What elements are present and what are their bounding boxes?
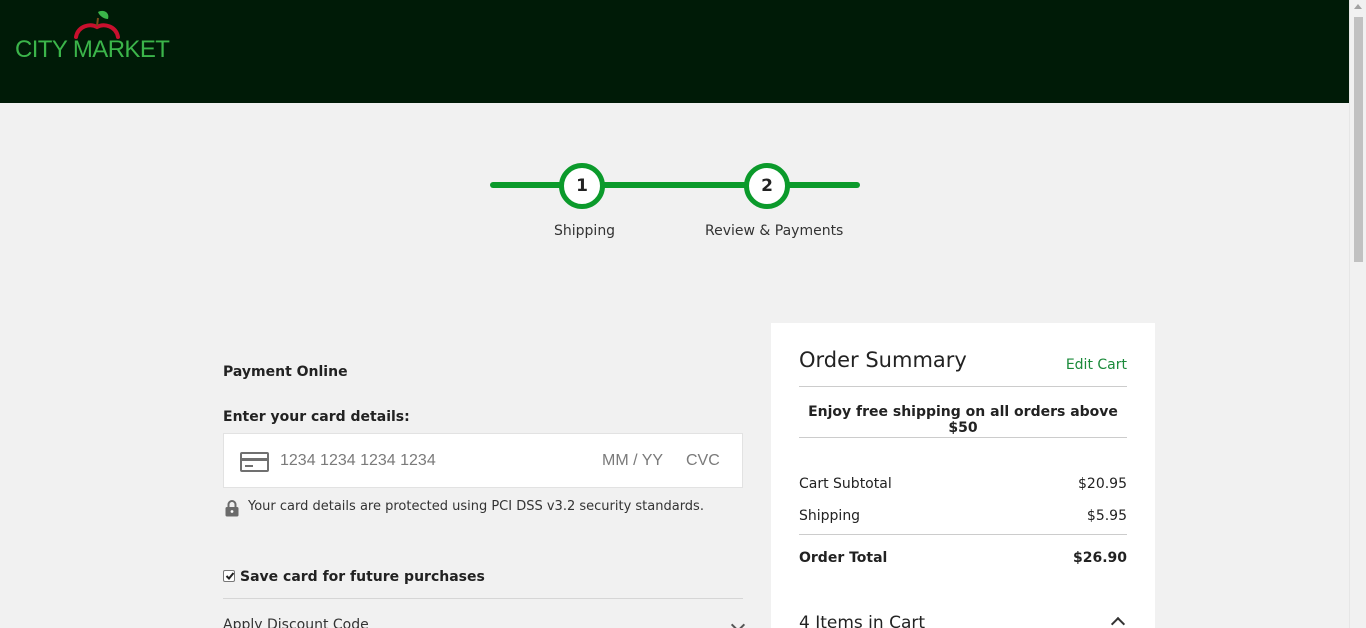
step-1-number: 1 — [576, 176, 588, 196]
order-summary-panel: Order Summary Edit Cart Enjoy free shipp… — [771, 323, 1155, 628]
order-total-label: Order Total — [799, 550, 888, 566]
lock-icon — [225, 500, 239, 517]
chevron-up-icon — [1110, 616, 1126, 628]
step-1-label: Shipping — [554, 223, 616, 239]
scroll-up-arrow-icon[interactable] — [1354, 4, 1362, 9]
step-2-number: 2 — [761, 176, 773, 196]
free-shipping-notice: Enjoy free shipping on all orders above … — [808, 404, 1118, 436]
order-summary-title: Order Summary — [799, 348, 967, 372]
card-details-label: Enter your card details: — [223, 409, 410, 425]
order-total-value: $26.90 — [1072, 550, 1127, 566]
items-in-cart-toggle[interactable]: 4 Items in Cart — [799, 613, 1127, 628]
discount-code-label: Apply Discount Code — [223, 617, 369, 628]
payment-title: Payment Online — [223, 364, 348, 380]
step-1-circle[interactable]: 1 — [559, 163, 605, 209]
card-number-input[interactable]: 1234 1234 1234 1234 — [280, 452, 436, 470]
items-in-cart-label: 4 Items in Cart — [799, 613, 926, 628]
checkmark-icon — [225, 572, 235, 580]
card-cvc-input[interactable]: CVC — [686, 452, 720, 470]
card-input-field[interactable]: 1234 1234 1234 1234 MM / YY CVC — [223, 433, 743, 488]
cart-subtotal-row: Cart Subtotal $20.95 — [799, 476, 1127, 492]
card-expiry-input[interactable]: MM / YY — [602, 452, 663, 470]
edit-cart-link[interactable]: Edit Cart — [1066, 357, 1127, 373]
discount-code-toggle[interactable]: Apply Discount Code — [223, 617, 746, 628]
step-2-circle[interactable]: 2 — [744, 163, 790, 209]
divider — [223, 598, 743, 599]
shipping-row: Shipping $5.95 — [799, 508, 1127, 524]
security-notice-text: Your card details are protected using PC… — [248, 499, 704, 514]
chevron-down-icon — [730, 617, 746, 628]
shipping-label: Shipping — [799, 508, 861, 524]
logo-text: CITY MARKET — [15, 36, 170, 63]
divider — [799, 437, 1127, 438]
scroll-thumb[interactable] — [1354, 17, 1363, 262]
cart-subtotal-label: Cart Subtotal — [799, 476, 892, 492]
stepper-line — [490, 182, 860, 188]
step-2-label: Review & Payments — [705, 223, 844, 239]
save-card-label: Save card for future purchases — [240, 569, 485, 585]
order-total-row: Order Total $26.90 — [799, 550, 1127, 566]
divider — [799, 386, 1127, 387]
divider — [799, 534, 1127, 535]
cart-subtotal-value: $20.95 — [1078, 476, 1127, 492]
save-card-checkbox[interactable] — [223, 570, 235, 582]
city-market-logo[interactable]: CITY MARKET — [14, 10, 170, 65]
vertical-scrollbar[interactable] — [1349, 0, 1366, 628]
checkout-stepper: 1 2 Shipping Review & Payments — [489, 163, 861, 243]
shipping-value: $5.95 — [1086, 508, 1127, 524]
credit-card-icon — [240, 452, 269, 472]
site-header: CITY MARKET — [0, 0, 1349, 103]
